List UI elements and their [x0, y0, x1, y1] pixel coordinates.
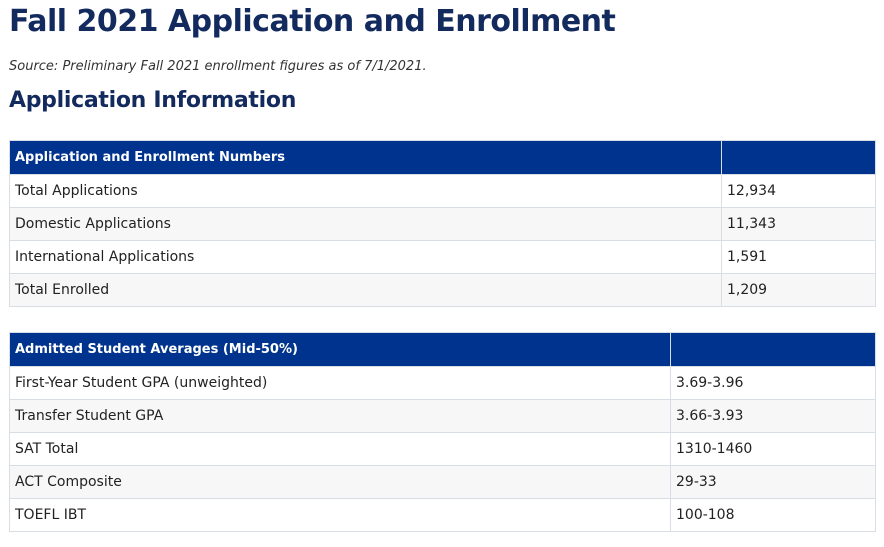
page-title: Fall 2021 Application and Enrollment	[9, 4, 616, 39]
table-row: TOEFL IBT 100-108	[9, 498, 876, 532]
row-value: 100-108	[670, 498, 876, 532]
table-row: Domestic Applications 11,343	[9, 207, 876, 241]
row-value: 1,209	[721, 273, 876, 307]
table-header-value	[670, 332, 876, 367]
admitted-averages-table: Admitted Student Averages (Mid-50%) Firs…	[9, 332, 876, 532]
table-header-row: Admitted Student Averages (Mid-50%)	[9, 332, 876, 367]
table-row: SAT Total 1310-1460	[9, 432, 876, 466]
source-note: Source: Preliminary Fall 2021 enrollment…	[9, 59, 427, 74]
row-label: Transfer Student GPA	[9, 399, 671, 433]
table-row: Total Enrolled 1,209	[9, 273, 876, 307]
table-row: Transfer Student GPA 3.66-3.93	[9, 399, 876, 433]
table-header-row: Application and Enrollment Numbers	[9, 140, 876, 175]
page-content: Fall 2021 Application and Enrollment Sou…	[9, 0, 876, 532]
row-value: 1310-1460	[670, 432, 876, 466]
row-value: 29-33	[670, 465, 876, 499]
table-row: ACT Composite 29-33	[9, 465, 876, 499]
enrollment-numbers-table: Application and Enrollment Numbers Total…	[9, 140, 876, 307]
row-label: TOEFL IBT	[9, 498, 671, 532]
row-label: International Applications	[9, 240, 722, 274]
row-value: 1,591	[721, 240, 876, 274]
row-value: 3.69-3.96	[670, 366, 876, 400]
row-label: Total Applications	[9, 174, 722, 208]
table-row: Total Applications 12,934	[9, 174, 876, 208]
row-label: Domestic Applications	[9, 207, 722, 241]
table-header-value	[721, 140, 876, 175]
table-row: International Applications 1,591	[9, 240, 876, 274]
table-header-label: Admitted Student Averages (Mid-50%)	[9, 332, 671, 367]
row-value: 3.66-3.93	[670, 399, 876, 433]
section-heading: Application Information	[9, 88, 297, 113]
row-label: Total Enrolled	[9, 273, 722, 307]
row-value: 11,343	[721, 207, 876, 241]
row-value: 12,934	[721, 174, 876, 208]
table-header-label: Application and Enrollment Numbers	[9, 140, 722, 175]
table-row: First-Year Student GPA (unweighted) 3.69…	[9, 366, 876, 400]
row-label: First-Year Student GPA (unweighted)	[9, 366, 671, 400]
row-label: SAT Total	[9, 432, 671, 466]
row-label: ACT Composite	[9, 465, 671, 499]
